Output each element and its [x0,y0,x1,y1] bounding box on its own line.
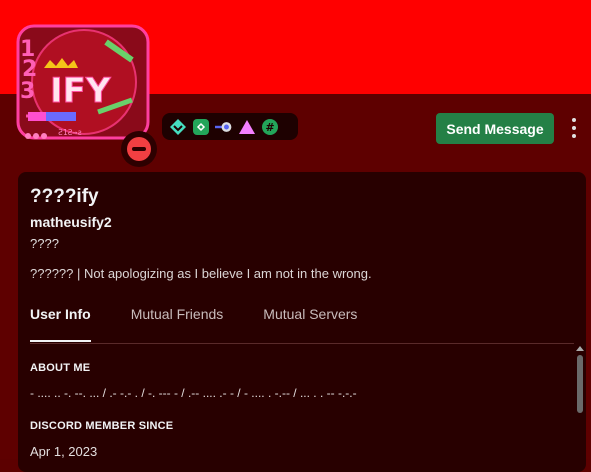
hypesquad-icon[interactable] [169,118,187,136]
member-since-title: DISCORD MEMBER SINCE [30,420,174,432]
member-since-date: Apr 1, 2023 [30,444,98,459]
pronouns: ???? [30,236,59,251]
about-me-title: ABOUT ME [30,362,91,374]
triangle-badge-icon[interactable] [238,118,256,136]
tab-divider [30,343,574,344]
profile-card: ????ify matheusify2 ???? ?????? | Not ap… [18,172,586,472]
more-vertical-icon[interactable] [566,116,582,140]
custom-status: ?????? | Not apologizing as I believe I … [30,266,372,281]
tab-mutual-friends[interactable]: Mutual Friends [131,304,224,342]
badge-list: # [162,113,298,140]
display-name: ????ify [30,186,99,207]
avatar[interactable]: 1 2 3 IFY Ƨ1Ƨ→ƨ [14,20,157,167]
svg-text:#: # [265,121,274,134]
profile-tabs: User Info Mutual Friends Mutual Servers [30,304,574,344]
nitro-icon[interactable] [192,118,210,136]
send-message-button[interactable]: Send Message [436,113,554,144]
svg-text:IFY: IFY [50,71,111,111]
svg-text:3: 3 [20,79,35,104]
username[interactable]: matheusify2 [30,214,112,230]
tab-mutual-servers[interactable]: Mutual Servers [263,304,357,342]
do-not-disturb-icon [127,137,151,161]
status-indicator [121,131,157,167]
scroll-up-arrow[interactable] [576,346,584,351]
svg-text:Ƨ1Ƨ→ƨ: Ƨ1Ƨ→ƨ [58,128,82,137]
boost-icon[interactable] [215,118,233,136]
avatar-image: 1 2 3 IFY Ƨ1Ƨ→ƨ [16,24,150,140]
scrollbar[interactable] [577,355,583,413]
hashtag-badge-icon[interactable]: # [261,118,279,136]
tab-user-info[interactable]: User Info [30,304,91,342]
about-me-text: - .... .. -. --. ... / .- -.- . / -. ---… [30,386,357,400]
